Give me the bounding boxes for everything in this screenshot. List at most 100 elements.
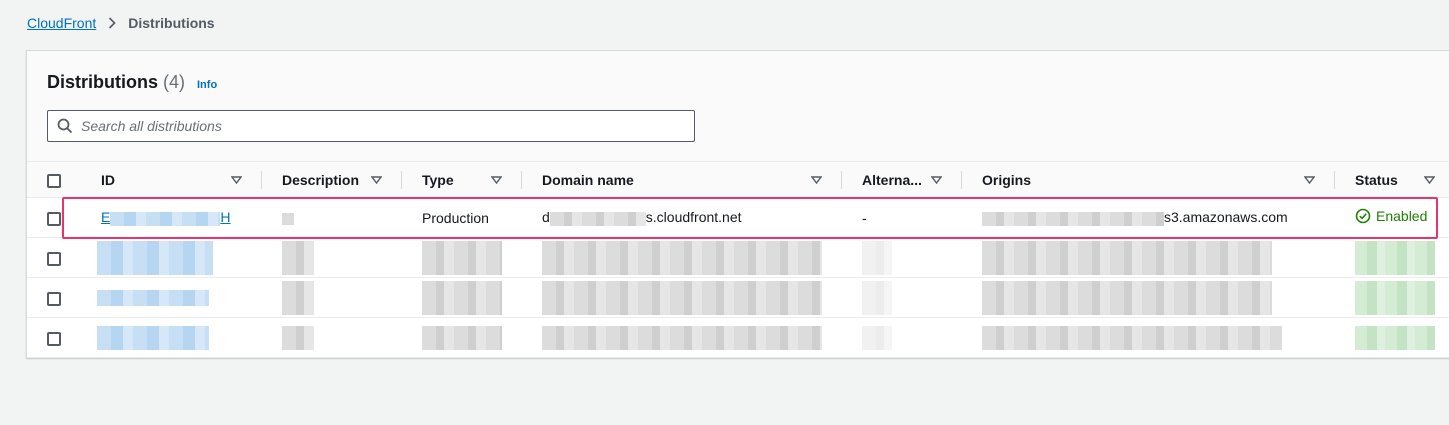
id-suffix: H xyxy=(220,209,231,226)
domain-name-cell xyxy=(522,318,842,358)
alternate-domain-cell xyxy=(842,278,962,318)
column-label-type: Type xyxy=(422,171,454,188)
distribution-id-link[interactable]: EH xyxy=(101,209,231,226)
distributions-panel: Distributions (4) Info ID xyxy=(26,50,1449,358)
redacted-type xyxy=(422,325,502,350)
redacted-description xyxy=(282,325,314,350)
redacted-alternate xyxy=(862,325,892,350)
panel-title: Distributions (4) Info xyxy=(47,72,217,93)
column-header-status[interactable]: Status xyxy=(1335,162,1449,198)
status-badge: Enabled xyxy=(1355,208,1427,224)
column-header-type[interactable]: Type xyxy=(402,162,522,198)
column-header-origins[interactable]: Origins xyxy=(962,162,1335,198)
distribution-count: (4) xyxy=(163,72,185,92)
redacted-description xyxy=(282,212,294,225)
description-cell xyxy=(262,318,402,358)
column-header-alternate-domain[interactable]: Alterna... xyxy=(842,162,962,198)
search-box[interactable] xyxy=(47,110,695,142)
sort-caret-icon[interactable] xyxy=(231,175,242,184)
origins-cell xyxy=(962,278,1335,318)
breadcrumb: CloudFront Distributions xyxy=(27,13,215,33)
origins-cell: s3.amazonaws.com xyxy=(962,198,1335,238)
sort-caret-icon[interactable] xyxy=(371,175,382,184)
table-row[interactable] xyxy=(27,238,1449,278)
column-label-domain-name: Domain name xyxy=(542,171,634,188)
redacted-origin xyxy=(982,325,1282,350)
origins-cell xyxy=(962,238,1335,278)
id-cell xyxy=(81,318,262,358)
redacted-description xyxy=(282,240,314,275)
redacted-id[interactable] xyxy=(97,290,209,307)
column-label-alternate-domain: Alterna... xyxy=(862,171,922,188)
type-cell: Production xyxy=(422,209,489,226)
status-cell: Enabled xyxy=(1335,198,1449,238)
redacted-domain xyxy=(542,325,822,350)
sort-caret-icon[interactable] xyxy=(811,175,822,184)
row-checkbox[interactable] xyxy=(47,251,61,266)
table-header-row: ID Description Type Domain name Alterna.… xyxy=(27,161,1449,198)
column-header-domain-name[interactable]: Domain name xyxy=(522,162,842,198)
row-checkbox[interactable] xyxy=(47,291,61,306)
status-text: Enabled xyxy=(1376,208,1428,224)
redacted-alternate xyxy=(862,280,892,315)
table-row[interactable] xyxy=(27,318,1449,358)
redacted-type xyxy=(422,280,502,315)
row-select-cell xyxy=(27,198,81,238)
redacted-description xyxy=(282,280,314,315)
redacted-id[interactable] xyxy=(97,240,213,275)
redacted-status xyxy=(1355,280,1435,315)
row-select-cell xyxy=(27,238,81,278)
table-row[interactable] xyxy=(27,278,1449,318)
type-cell xyxy=(402,238,522,278)
status-cell xyxy=(1335,318,1449,358)
domain-name-cell xyxy=(522,278,842,318)
redacted-id xyxy=(110,211,221,226)
redacted-status xyxy=(1355,240,1435,275)
type-cell xyxy=(402,318,522,358)
type-cell xyxy=(402,278,522,318)
description-cell xyxy=(262,278,402,318)
info-link[interactable]: Info xyxy=(197,79,217,91)
column-label-origins: Origins xyxy=(982,171,1032,188)
domain-prefix: d xyxy=(542,209,550,226)
redacted-alternate xyxy=(862,240,892,275)
alternate-domain-cell xyxy=(842,238,962,278)
description-cell xyxy=(262,238,402,278)
redacted-type xyxy=(422,240,502,275)
origin-suffix: s3.amazonaws.com xyxy=(1164,209,1288,226)
domain-name-cell: d s.cloudfront.net xyxy=(522,198,842,238)
redacted-origin xyxy=(982,280,1272,315)
id-cell xyxy=(81,238,262,278)
table-row[interactable]: EH Production d s.cloudfront.net - s3.ama… xyxy=(27,198,1449,238)
select-all-checkbox[interactable] xyxy=(47,173,61,188)
sort-caret-icon[interactable] xyxy=(491,175,502,184)
sort-caret-icon[interactable] xyxy=(1424,175,1435,184)
sort-caret-icon[interactable] xyxy=(1304,175,1315,184)
origins-cell xyxy=(962,318,1335,358)
chevron-right-icon xyxy=(108,17,116,29)
search-icon xyxy=(57,118,73,134)
select-all-header xyxy=(27,162,81,198)
status-cell xyxy=(1335,238,1449,278)
check-circle-icon xyxy=(1355,208,1371,224)
sort-caret-icon[interactable] xyxy=(931,175,942,184)
breadcrumb-cloudfront-link[interactable]: CloudFront xyxy=(27,15,96,31)
column-header-description[interactable]: Description xyxy=(262,162,402,198)
search-input[interactable] xyxy=(81,118,661,134)
status-cell xyxy=(1335,278,1449,318)
description-cell xyxy=(262,198,402,238)
id-cell xyxy=(81,278,262,318)
column-header-id[interactable]: ID xyxy=(81,162,262,198)
page-title: Distributions xyxy=(47,72,158,92)
breadcrumb-current: Distributions xyxy=(128,15,215,31)
row-select-cell xyxy=(27,318,81,358)
redacted-status xyxy=(1355,325,1435,350)
column-label-status: Status xyxy=(1355,171,1398,188)
row-checkbox[interactable] xyxy=(47,211,61,226)
domain-name-cell xyxy=(522,238,842,278)
row-checkbox[interactable] xyxy=(47,331,61,346)
redacted-id[interactable] xyxy=(97,325,209,350)
id-prefix: E xyxy=(101,209,111,226)
redacted-origin xyxy=(982,211,1164,226)
row-select-cell xyxy=(27,278,81,318)
